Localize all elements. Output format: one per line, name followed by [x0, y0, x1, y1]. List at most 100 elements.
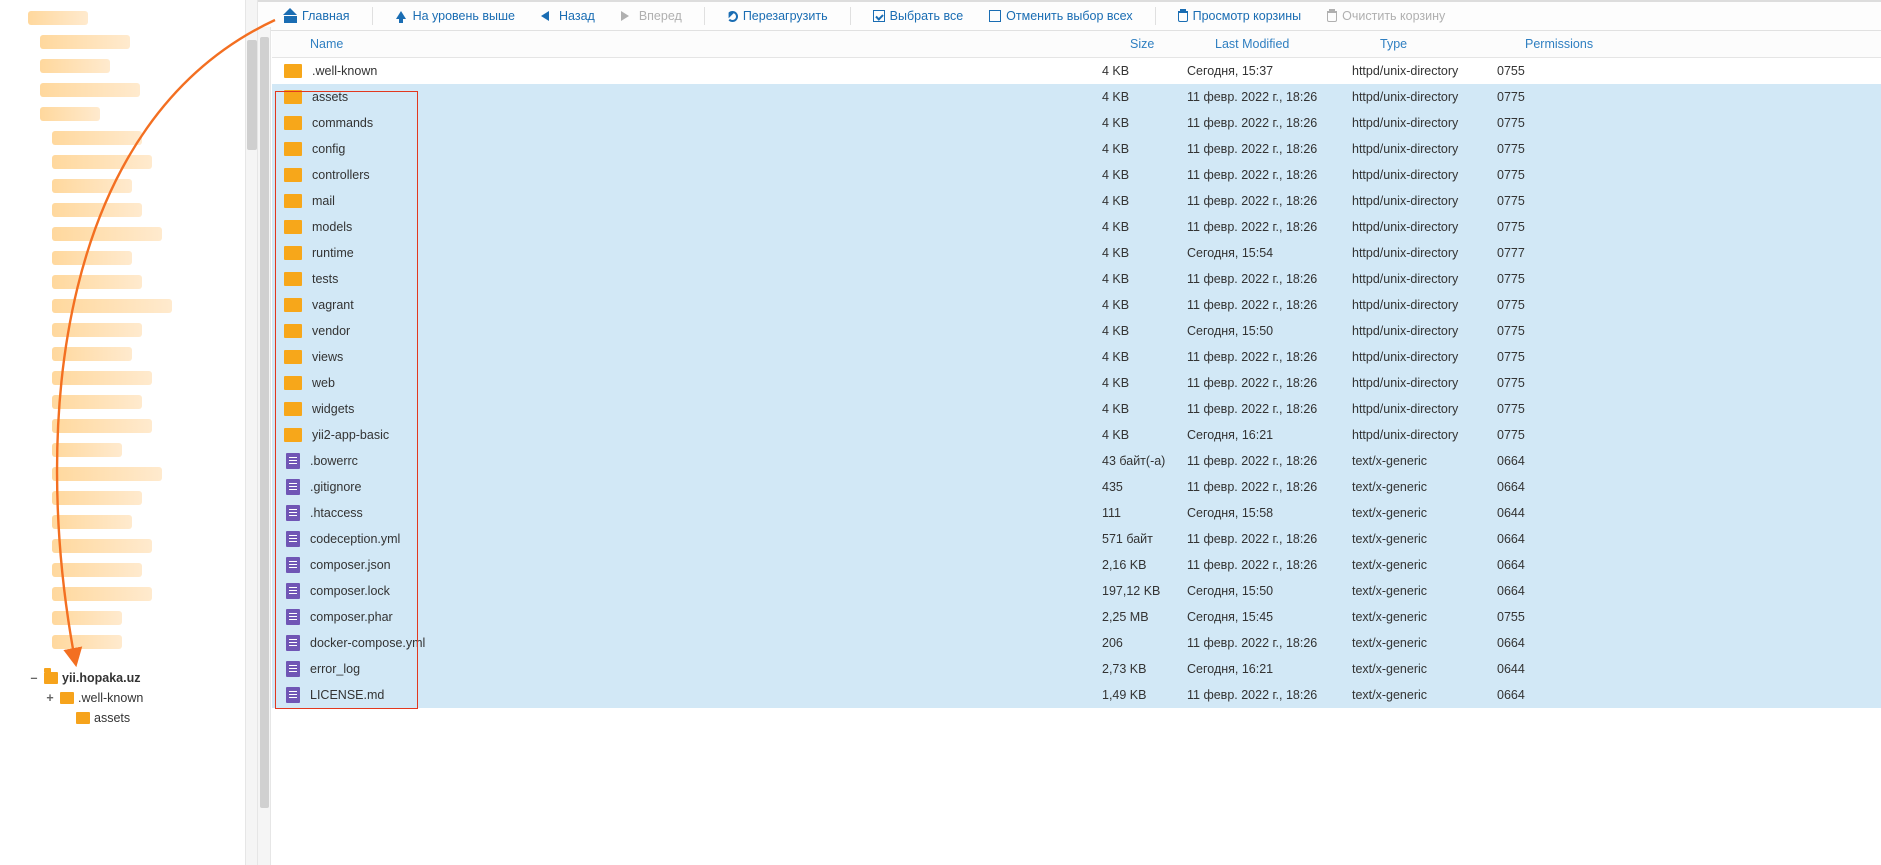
- column-type[interactable]: Type: [1380, 37, 1525, 51]
- file-modified: Сегодня, 16:21: [1187, 662, 1352, 676]
- file-size: 4 KB: [1102, 428, 1187, 442]
- file-modified: 11 февр. 2022 г., 18:26: [1187, 688, 1352, 702]
- file-permissions: 0775: [1497, 376, 1577, 390]
- file-row[interactable]: widgets4 KB11 февр. 2022 г., 18:26httpd/…: [272, 396, 1881, 422]
- file-name: vendor: [312, 324, 350, 338]
- deselect-all-button[interactable]: Отменить выбор всех: [983, 2, 1138, 30]
- file-modified: Сегодня, 15:50: [1187, 584, 1352, 598]
- file-row[interactable]: composer.phar2,25 MBСегодня, 15:45text/x…: [272, 604, 1881, 630]
- up-button[interactable]: На уровень выше: [389, 2, 521, 30]
- file-icon: [286, 479, 300, 495]
- file-row[interactable]: .well-known4 KBСегодня, 15:37httpd/unix-…: [272, 58, 1881, 84]
- file-row[interactable]: composer.json2,16 KB11 февр. 2022 г., 18…: [272, 552, 1881, 578]
- forward-label: Вперед: [639, 9, 682, 23]
- file-type: httpd/unix-directory: [1352, 376, 1497, 390]
- file-permissions: 0775: [1497, 168, 1577, 182]
- file-icon: [286, 557, 300, 573]
- file-name: error_log: [310, 662, 360, 676]
- file-permissions: 0775: [1497, 402, 1577, 416]
- deselect-all-label: Отменить выбор всех: [1006, 9, 1132, 23]
- file-permissions: 0664: [1497, 454, 1577, 468]
- file-row[interactable]: docker-compose.yml 20611 февр. 2022 г., 1…: [272, 630, 1881, 656]
- file-name: composer.phar: [310, 610, 393, 624]
- file-icon: [286, 687, 300, 703]
- file-permissions: 0664: [1497, 636, 1577, 650]
- file-row[interactable]: mail4 KB11 февр. 2022 г., 18:26httpd/uni…: [272, 188, 1881, 214]
- folder-icon: [284, 324, 302, 338]
- select-all-label: Выбрать все: [890, 9, 964, 23]
- select-all-icon: [873, 10, 885, 22]
- file-size: 111: [1102, 506, 1187, 520]
- file-permissions: 0664: [1497, 584, 1577, 598]
- tree-expand-icon[interactable]: +: [44, 691, 56, 705]
- file-row[interactable]: vendor4 KBСегодня, 15:50httpd/unix-direc…: [272, 318, 1881, 344]
- column-name[interactable]: Name: [310, 37, 1130, 51]
- file-row[interactable]: error_log2,73 KBСегодня, 16:21text/x-gen…: [272, 656, 1881, 682]
- file-size: 43 байт(-а): [1102, 454, 1187, 468]
- home-button[interactable]: Главная: [278, 2, 356, 30]
- file-name: controllers: [312, 168, 370, 182]
- file-name: .well-known: [312, 64, 377, 78]
- reload-button[interactable]: Перезагрузить: [721, 2, 834, 30]
- toolbar-divider: [704, 7, 705, 25]
- column-size[interactable]: Size: [1130, 37, 1215, 51]
- file-type: httpd/unix-directory: [1352, 402, 1497, 416]
- file-modified: 11 февр. 2022 г., 18:26: [1187, 636, 1352, 650]
- file-row[interactable]: tests4 KB11 февр. 2022 г., 18:26httpd/un…: [272, 266, 1881, 292]
- file-row[interactable]: vagrant4 KB11 февр. 2022 г., 18:26httpd/…: [272, 292, 1881, 318]
- file-row[interactable]: codeception.yml571 байт11 февр. 2022 г.,…: [272, 526, 1881, 552]
- file-permissions: 0775: [1497, 298, 1577, 312]
- file-name: .gitignore: [310, 480, 361, 494]
- tree-collapse-icon[interactable]: –: [28, 671, 40, 685]
- tree-node-assets[interactable]: assets: [2, 708, 257, 728]
- file-row[interactable]: LICENSE.md1,49 KB11 февр. 2022 г., 18:26…: [272, 682, 1881, 708]
- file-permissions: 0755: [1497, 64, 1577, 78]
- trash-icon: [1178, 11, 1188, 22]
- file-row[interactable]: models4 KB11 февр. 2022 г., 18:26httpd/u…: [272, 214, 1881, 240]
- trash-icon: [1327, 11, 1337, 22]
- file-type: text/x-generic: [1352, 532, 1497, 546]
- view-trash-button[interactable]: Просмотр корзины: [1172, 2, 1308, 30]
- file-type: httpd/unix-directory: [1352, 116, 1497, 130]
- scrollbar-thumb[interactable]: [247, 40, 257, 150]
- column-permissions[interactable]: Permissions: [1525, 37, 1605, 51]
- file-name: composer.json: [310, 558, 391, 572]
- tree-node-well-known[interactable]: + .well-known: [2, 688, 257, 708]
- file-icon: [286, 635, 300, 651]
- file-permissions: 0664: [1497, 688, 1577, 702]
- file-modified: Сегодня, 15:37: [1187, 64, 1352, 78]
- file-row[interactable]: .gitignore43511 февр. 2022 г., 18:26text…: [272, 474, 1881, 500]
- back-button[interactable]: Назад: [535, 2, 601, 30]
- file-row[interactable]: composer.lock197,12 KBСегодня, 15:50text…: [272, 578, 1881, 604]
- folder-icon: [284, 298, 302, 312]
- tree-node-root[interactable]: – yii.hopaka.uz: [2, 668, 257, 688]
- file-row[interactable]: commands4 KB11 февр. 2022 г., 18:26httpd…: [272, 110, 1881, 136]
- file-size: 4 KB: [1102, 90, 1187, 104]
- file-name: assets: [312, 90, 348, 104]
- file-modified: Сегодня, 15:58: [1187, 506, 1352, 520]
- file-row[interactable]: yii2-app-basic4 KBСегодня, 16:21httpd/un…: [272, 422, 1881, 448]
- file-row[interactable]: config4 KB11 февр. 2022 г., 18:26httpd/u…: [272, 136, 1881, 162]
- file-name: docker-compose.yml: [310, 636, 425, 650]
- file-row[interactable]: controllers4 KB11 февр. 2022 г., 18:26ht…: [272, 162, 1881, 188]
- select-all-button[interactable]: Выбрать все: [867, 2, 970, 30]
- file-size: 1,49 KB: [1102, 688, 1187, 702]
- file-type: text/x-generic: [1352, 636, 1497, 650]
- arrow-up-icon: [395, 10, 408, 23]
- file-row[interactable]: views4 KB11 февр. 2022 г., 18:26httpd/un…: [272, 344, 1881, 370]
- folder-icon: [76, 712, 90, 724]
- file-row[interactable]: runtime4 KBСегодня, 15:54httpd/unix-dire…: [272, 240, 1881, 266]
- folder-icon: [284, 376, 302, 390]
- file-row[interactable]: web4 KB11 февр. 2022 г., 18:26httpd/unix…: [272, 370, 1881, 396]
- file-size: 206: [1102, 636, 1187, 650]
- file-type: httpd/unix-directory: [1352, 350, 1497, 364]
- file-size: 4 KB: [1102, 376, 1187, 390]
- main-vertical-scrollbar[interactable]: [258, 27, 271, 865]
- folder-open-icon: [44, 672, 58, 684]
- file-row[interactable]: assets4 KB11 февр. 2022 г., 18:26httpd/u…: [272, 84, 1881, 110]
- file-row[interactable]: .bowerrc43 байт(-а)11 февр. 2022 г., 18:…: [272, 448, 1881, 474]
- column-modified[interactable]: Last Modified: [1215, 37, 1380, 51]
- file-modified: 11 февр. 2022 г., 18:26: [1187, 558, 1352, 572]
- file-row[interactable]: .htaccess111Сегодня, 15:58text/x-generic…: [272, 500, 1881, 526]
- sidebar-scrollbar[interactable]: [245, 0, 257, 865]
